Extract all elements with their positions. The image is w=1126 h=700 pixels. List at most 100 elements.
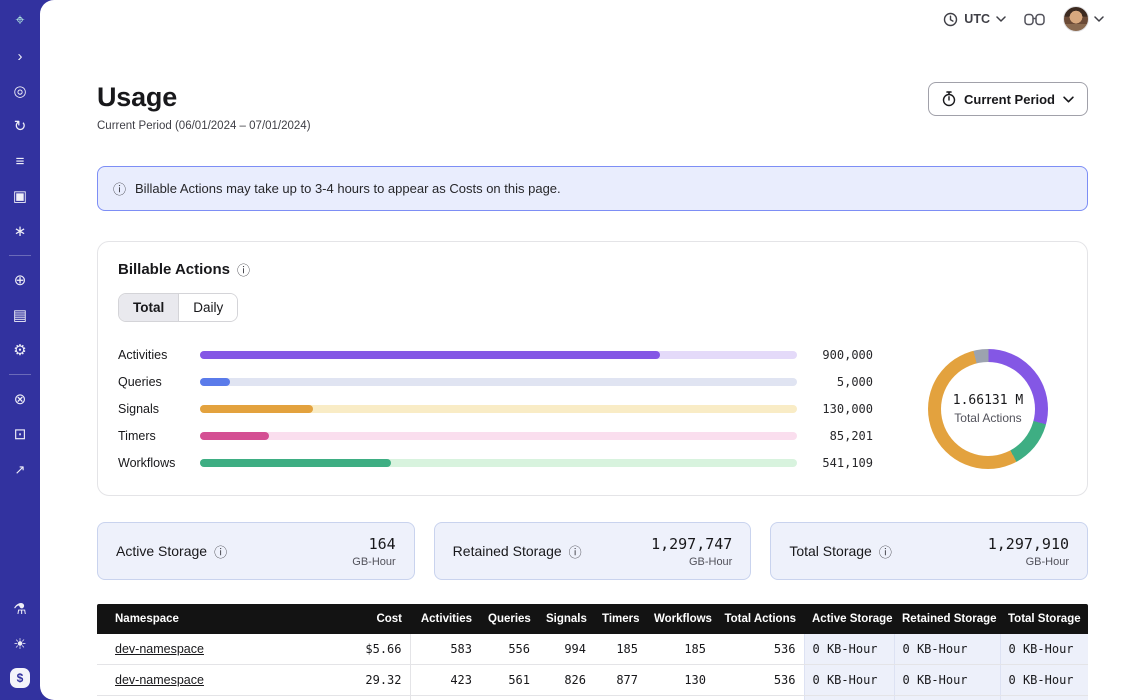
expand-sidebar-icon[interactable]: ›	[9, 45, 31, 67]
namespace-link[interactable]: dev-namespace	[115, 642, 204, 656]
topbar: UTC	[40, 0, 1126, 38]
bar-label: Activities	[118, 348, 188, 362]
cell-timers: 185	[594, 634, 646, 665]
table-header-row: Namespace Cost Activities Queries Signal…	[97, 604, 1088, 634]
account-menu[interactable]	[1063, 6, 1104, 32]
bar-track	[200, 432, 797, 440]
cell-signals: 826	[538, 665, 594, 696]
cell-retained-storage: 0 KB-Hour	[894, 696, 1000, 700]
billing-icon[interactable]: ▤	[9, 304, 31, 326]
usage-bar-row: Timers 85,201	[118, 427, 873, 444]
table-row: dev-namespace 29.32 423 561 826 877 130 …	[97, 665, 1088, 696]
workflows-icon[interactable]: ↻	[9, 115, 31, 137]
bar-value: 900,000	[809, 348, 873, 362]
cell-queries: 556	[480, 634, 538, 665]
tab-daily[interactable]: Daily	[178, 294, 237, 321]
promote-icon[interactable]: ↗	[9, 458, 31, 480]
settings-gear-icon[interactable]: ⚙	[9, 339, 31, 361]
bar-fill	[200, 405, 313, 413]
bar-track	[200, 351, 797, 359]
timezone-label: UTC	[964, 12, 990, 26]
col-queries: Queries	[480, 604, 538, 634]
cell-workflows: 130	[646, 665, 714, 696]
stat-label: Active Storage	[116, 543, 207, 559]
table-row: dev-namespace $5.66 583 556 994 185 185 …	[97, 634, 1088, 665]
main-panel: UTC Usage Current Period (06/01/2024 – 0…	[40, 0, 1126, 700]
chevron-down-icon	[996, 16, 1006, 22]
bar-fill	[200, 378, 230, 386]
cell-activities: 423	[410, 665, 480, 696]
theme-sun-icon[interactable]: ☀	[9, 633, 31, 655]
stopwatch-icon	[942, 91, 956, 107]
cell-cost: $3.35	[340, 696, 410, 700]
period-selector-label: Current Period	[964, 92, 1055, 107]
bar-fill	[200, 459, 391, 467]
labs-flask-icon[interactable]: ⚗	[9, 598, 31, 620]
card-title: Billable Actions	[118, 261, 230, 278]
schedules-icon[interactable]: ≡	[9, 150, 31, 172]
cell-timers: 877	[594, 665, 646, 696]
nexus-icon[interactable]: ∗	[9, 220, 31, 242]
col-activities: Activities	[410, 604, 480, 634]
bar-fill	[200, 432, 269, 440]
donut-center: 1.66131 M Total Actions	[953, 393, 1023, 425]
period-selector-button[interactable]: Current Period	[928, 82, 1088, 116]
cell-active-storage: 0 KB-Hour	[804, 696, 894, 700]
info-banner-text: Billable Actions may take up to 3-4 hour…	[135, 181, 561, 196]
sidebar-divider	[9, 255, 31, 256]
cell-total-actions: 536	[714, 665, 804, 696]
sidebar: ⌖ › ◎ ↻ ≡ ▣ ∗ ⊕ ▤ ⚙ ⊗ ⊡ ↗ ⚗ ☀ $	[0, 0, 40, 700]
stat-card-retained-storage: Retained Storageⓘ 1,297,747GB-Hour	[434, 522, 752, 580]
cell-timers: 816	[594, 696, 646, 700]
page-subtitle: Current Period (06/01/2024 – 07/01/2024)	[97, 120, 311, 132]
cell-cost: 29.32	[340, 665, 410, 696]
cell-total-actions: 536	[714, 634, 804, 665]
cell-workflows: 600	[646, 696, 714, 700]
temporal-logo-icon: ⌖	[9, 10, 31, 32]
bar-track	[200, 378, 797, 386]
sidebar-bottom-group: ⚗ ☀ $	[9, 598, 31, 688]
col-cost: Cost	[340, 604, 410, 634]
info-icon[interactable]: ⓘ	[569, 542, 582, 561]
chevron-down-icon	[1094, 16, 1104, 22]
usage-bar-row: Queries 5,000	[118, 373, 873, 390]
info-banner: ⓘ Billable Actions may take up to 3-4 ho…	[97, 166, 1088, 211]
info-icon[interactable]: ⓘ	[237, 260, 250, 279]
cell-total-storage: 0 KB-Hour	[1000, 665, 1088, 696]
info-icon[interactable]: ⓘ	[879, 542, 892, 561]
donut-total-value: 1.66131 M	[953, 393, 1023, 408]
docs-icon[interactable]: ⊡	[9, 423, 31, 445]
support-dollar-icon[interactable]: $	[10, 668, 30, 688]
tab-total[interactable]: Total	[119, 294, 178, 321]
col-timers: Timers	[594, 604, 646, 634]
bar-value: 130,000	[809, 402, 873, 416]
stat-unit: GB-Hour	[988, 556, 1069, 568]
stat-unit: GB-Hour	[352, 556, 395, 568]
cell-retained-storage: 0 KB-Hour	[894, 634, 1000, 665]
info-icon[interactable]: ⓘ	[214, 542, 227, 561]
stat-card-total-storage: Total Storageⓘ 1,297,910GB-Hour	[770, 522, 1088, 580]
clock-icon	[943, 12, 958, 27]
cell-queries: 561	[480, 665, 538, 696]
chart-view-tabs: Total Daily	[118, 293, 238, 322]
stat-value: 164	[352, 535, 395, 553]
usage-icon[interactable]: ⊕	[9, 269, 31, 291]
bar-label: Signals	[118, 402, 188, 416]
namespace-link[interactable]: dev-namespace	[115, 673, 204, 687]
cell-activities: 583	[410, 634, 480, 665]
cell-total-storage: 0 KB-Hour	[1000, 634, 1088, 665]
goggles-icon[interactable]	[1024, 13, 1045, 26]
cell-activities: 492	[410, 696, 480, 700]
total-actions-donut: 1.66131 M Total Actions	[909, 349, 1067, 469]
donut-total-label: Total Actions	[953, 411, 1023, 425]
deployments-icon[interactable]: ▣	[9, 185, 31, 207]
page-header: Usage Current Period (06/01/2024 – 07/01…	[97, 82, 1088, 132]
stat-value: 1,297,747	[651, 535, 732, 553]
namespaces-icon[interactable]: ◎	[9, 80, 31, 102]
cell-cost: $5.66	[340, 634, 410, 665]
cell-signals: 883	[538, 696, 594, 700]
incidents-icon[interactable]: ⊗	[9, 388, 31, 410]
timezone-selector[interactable]: UTC	[943, 12, 1006, 27]
cell-active-storage: 0 KB-Hour	[804, 634, 894, 665]
cell-active-storage: 0 KB-Hour	[804, 665, 894, 696]
